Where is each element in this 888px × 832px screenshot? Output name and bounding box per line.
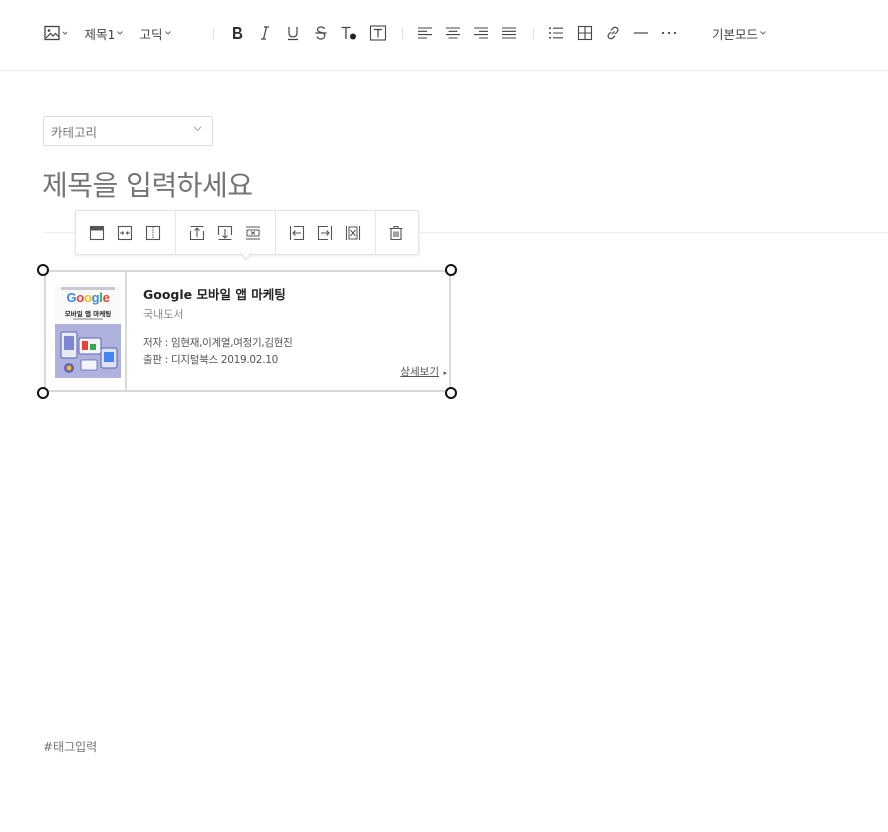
align-right-icon (474, 27, 488, 39)
cover-illustration (55, 324, 121, 378)
image-icon (44, 25, 68, 41)
cover-devices-illustration (55, 324, 121, 378)
title-input[interactable] (42, 163, 862, 207)
editor-mode-select[interactable]: 기본모드 (709, 20, 769, 46)
delete-object-button[interactable] (385, 222, 407, 244)
resize-handle-bottom-right[interactable] (445, 387, 457, 399)
align-object-right-button[interactable] (314, 222, 336, 244)
editor-toolbar: 제목1 고딕 기본모드 (0, 0, 888, 71)
underline-icon (288, 27, 298, 41)
align-right-button[interactable] (470, 20, 492, 46)
align-justify-button[interactable] (498, 20, 520, 46)
toolbar-divider (533, 28, 534, 39)
book-card[interactable]: Google 모바일 앱 마케팅 Google 모바일 앱 마케팅 국내도서 저… (44, 270, 451, 392)
chevron-right-icon: ▸ (443, 369, 447, 377)
move-up-button[interactable] (186, 222, 208, 244)
category-select[interactable]: 카테고리 (43, 116, 213, 146)
link-icon (607, 26, 619, 40)
font-label: 고딕 (139, 26, 163, 42)
object-toolbar-divider (275, 211, 276, 254)
bold-button[interactable] (226, 20, 248, 46)
strikethrough-icon (315, 26, 327, 40)
chevron-down-icon (117, 31, 124, 35)
category-placeholder: 카테고리 (51, 124, 98, 140)
align-object-left-button[interactable] (286, 222, 308, 244)
cover-subtitle-bar (73, 318, 103, 320)
book-title: Google 모바일 앱 마케팅 (143, 287, 286, 302)
tag-input[interactable] (43, 737, 343, 757)
italic-button[interactable] (254, 20, 276, 46)
insert-image-button[interactable] (42, 20, 70, 46)
cover-subtitle: 모바일 앱 마케팅 (64, 310, 112, 318)
resize-handle-top-left[interactable] (37, 264, 49, 276)
heading-label: 제목1 (84, 26, 116, 42)
insert-link-button[interactable] (602, 20, 624, 46)
align-center-icon (446, 27, 460, 39)
align-object-right-icon (317, 225, 333, 241)
object-toolbar-divider (375, 211, 376, 254)
align-center-button[interactable] (442, 20, 464, 46)
text-color-icon (341, 26, 356, 40)
chevron-down-icon (193, 126, 202, 132)
text-background-button[interactable] (367, 20, 389, 46)
book-author: 저자 : 임현재,이계열,여정기,김현진 (143, 337, 293, 349)
horizontal-rule-button[interactable] (630, 20, 652, 46)
remove-spacing-button[interactable] (242, 222, 264, 244)
bullet-list-button[interactable] (545, 20, 567, 46)
trash-icon (389, 225, 403, 241)
resize-handle-top-right[interactable] (445, 264, 457, 276)
object-toolbar-pointer-fill (241, 252, 251, 259)
heading-select[interactable]: 제목1 (82, 20, 126, 46)
cover-google-letter: o (83, 290, 92, 305)
cover-google-letter: e (102, 290, 110, 305)
chevron-down-icon (164, 31, 171, 35)
align-justify-icon (502, 27, 516, 39)
strikethrough-button[interactable] (310, 20, 332, 46)
align-left-icon (418, 27, 432, 39)
text-color-button[interactable] (338, 20, 360, 46)
book-info: Google 모바일 앱 마케팅 국내도서 저자 : 임현재,이계열,여정기,김… (143, 272, 443, 390)
book-category: 국내도서 (143, 308, 184, 321)
toolbar-divider (213, 28, 214, 39)
book-publisher: 출판 : 디지털북스 2019.02.10 (143, 354, 278, 366)
layout-split-button[interactable] (142, 222, 164, 244)
cover-google-letter: G (66, 290, 77, 305)
layout-card-icon (89, 225, 105, 241)
underline-button[interactable] (282, 20, 304, 46)
remove-spacing-icon (246, 226, 260, 240)
cover-google-logo: Google (55, 290, 121, 305)
bold-icon (233, 27, 243, 39)
chevron-down-icon (760, 31, 766, 35)
cover-google-letter: o (76, 290, 84, 305)
cover-google-wordmark: Google (66, 290, 109, 305)
more-icon (661, 31, 677, 35)
object-full-width-button[interactable] (342, 222, 364, 244)
full-width-icon (345, 226, 361, 240)
list-icon (549, 27, 563, 39)
move-up-icon (189, 225, 205, 241)
resize-handle-bottom-left[interactable] (37, 387, 49, 399)
editor-mode-label: 기본모드 (711, 26, 758, 42)
table-icon (577, 25, 593, 41)
layout-card-button[interactable] (86, 222, 108, 244)
align-inline-icon (117, 225, 133, 241)
align-object-left-icon (289, 225, 305, 241)
more-options-button[interactable] (658, 20, 680, 46)
book-details-link[interactable]: 상세보기 (400, 364, 439, 379)
layout-inline-button[interactable] (114, 222, 136, 244)
book-cover-image: Google 모바일 앱 마케팅 (55, 284, 121, 378)
move-down-icon (217, 225, 233, 241)
toolbar-divider (402, 28, 403, 39)
horizontal-line-icon (634, 32, 648, 34)
insert-table-button[interactable] (574, 20, 596, 46)
move-down-button[interactable] (214, 222, 236, 244)
book-thumbnail[interactable]: Google 모바일 앱 마케팅 (46, 272, 127, 390)
italic-icon (261, 26, 269, 40)
object-toolbar-divider (175, 211, 176, 254)
split-column-icon (145, 225, 161, 241)
text-background-icon (369, 25, 387, 41)
font-select[interactable]: 고딕 (137, 20, 173, 46)
align-left-button[interactable] (414, 20, 436, 46)
object-toolbar (75, 210, 419, 255)
